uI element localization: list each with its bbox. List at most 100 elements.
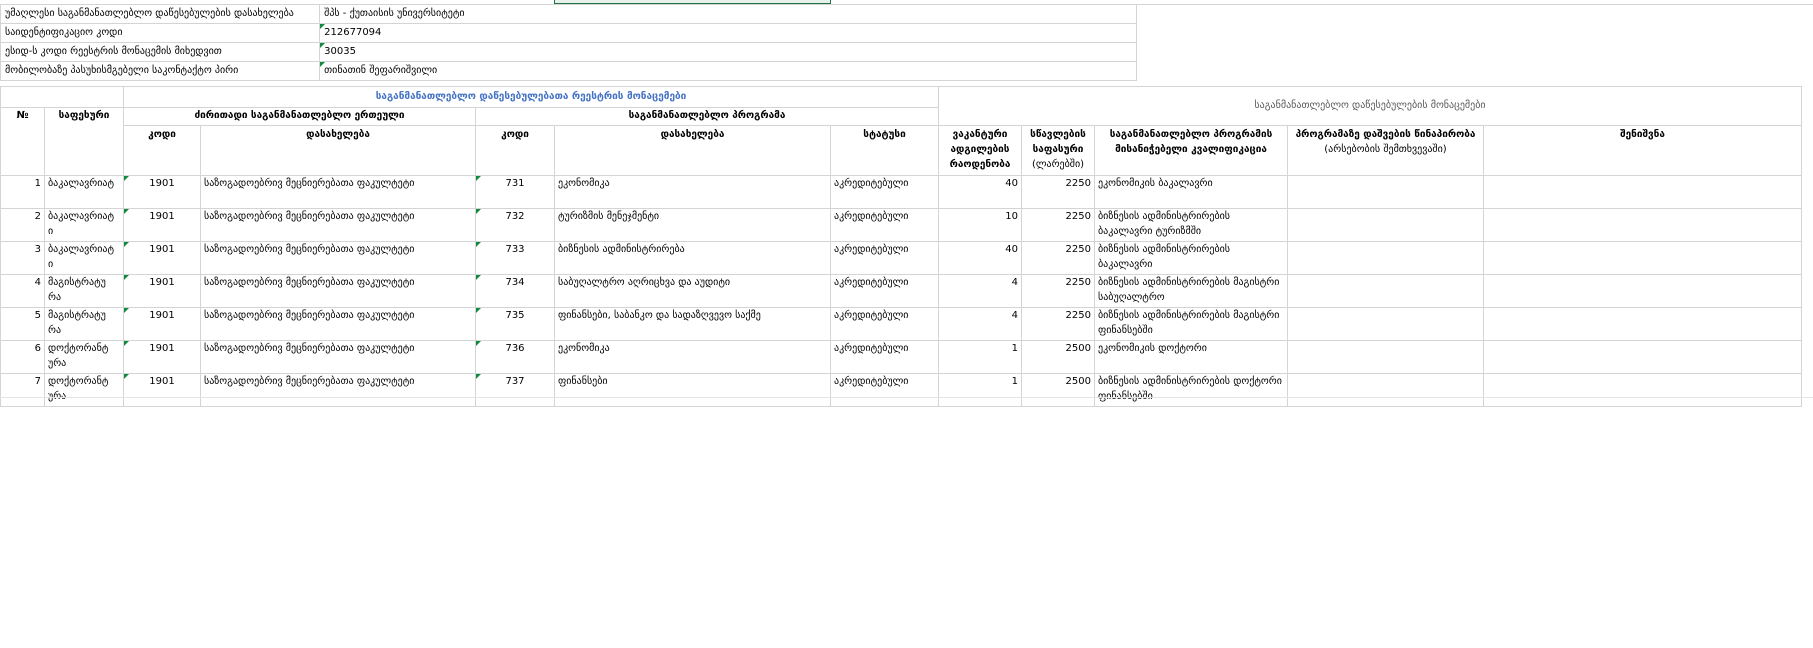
col-header-unit-code[interactable]: კოდი xyxy=(123,125,201,176)
cell-fee[interactable]: 2250 xyxy=(1021,307,1095,341)
cell-program-code[interactable]: 735 xyxy=(475,307,555,341)
info-value[interactable]: 30035 xyxy=(319,42,1137,62)
cell-program-code[interactable]: 737 xyxy=(475,373,555,407)
cell-qualification[interactable]: ბიზნესის ადმინისტრირების მაგისტრი ფინანს… xyxy=(1094,307,1288,341)
cell-unit-code[interactable]: 1901 xyxy=(123,208,201,242)
cell-fee[interactable]: 2500 xyxy=(1021,340,1095,374)
cell-vacant[interactable]: 10 xyxy=(938,208,1022,242)
cell-num[interactable]: 7 xyxy=(0,373,45,407)
cell-program-code[interactable]: 736 xyxy=(475,340,555,374)
cell-unit-name[interactable]: საზოგადოებრივ მეცნიერებათა ფაკულტეტი xyxy=(200,241,476,275)
cell-num[interactable]: 3 xyxy=(0,241,45,275)
cell-vacant[interactable]: 40 xyxy=(938,241,1022,275)
col-header-num[interactable]: № xyxy=(0,107,45,176)
number-as-text-marker-icon[interactable] xyxy=(476,176,481,181)
number-as-text-marker-icon[interactable] xyxy=(320,62,326,67)
cell-num[interactable]: 1 xyxy=(0,175,45,209)
cell-program-name[interactable]: ფინანსები xyxy=(554,373,831,407)
cell-level[interactable]: ბაკალავრიატ ი xyxy=(44,208,124,242)
info-value[interactable]: შპს - ქუთაისის უნივერსიტეტი xyxy=(319,4,1137,24)
cell-fee[interactable]: 2250 xyxy=(1021,175,1095,209)
cell-program-name[interactable]: ეკონომიკა xyxy=(554,340,831,374)
number-as-text-marker-icon[interactable] xyxy=(124,341,129,346)
cell-unit-name[interactable]: საზოგადოებრივ მეცნიერებათა ფაკულტეტი xyxy=(200,373,476,407)
cell-level[interactable]: მაგისტრატუ რა xyxy=(44,307,124,341)
cell-vacant[interactable]: 1 xyxy=(938,340,1022,374)
number-as-text-marker-icon[interactable] xyxy=(476,209,481,214)
col-header-fee[interactable]: სწავლების საფასური (ლარებში) xyxy=(1021,125,1095,176)
col-header-unit-name[interactable]: დასახელება xyxy=(200,125,476,176)
info-value[interactable]: თინათინ შეფარიშვილი xyxy=(319,61,1137,81)
cell-status[interactable]: აკრედიტებული xyxy=(830,373,939,407)
cell-notes[interactable] xyxy=(1483,274,1802,308)
cell-fee[interactable]: 2250 xyxy=(1021,208,1095,242)
cell-status[interactable]: აკრედიტებული xyxy=(830,241,939,275)
cell-num[interactable]: 6 xyxy=(0,340,45,374)
cell-unit-code[interactable]: 1901 xyxy=(123,373,201,407)
number-as-text-marker-icon[interactable] xyxy=(124,308,129,313)
number-as-text-marker-icon[interactable] xyxy=(124,209,129,214)
number-as-text-marker-icon[interactable] xyxy=(124,374,129,379)
cell-unit-name[interactable]: საზოგადოებრივ მეცნიერებათა ფაკულტეტი xyxy=(200,175,476,209)
cell-num[interactable]: 5 xyxy=(0,307,45,341)
number-as-text-marker-icon[interactable] xyxy=(320,24,326,29)
cell-program-code[interactable]: 731 xyxy=(475,175,555,209)
col-header-program-code[interactable]: კოდი xyxy=(475,125,555,176)
cell-fee[interactable]: 2250 xyxy=(1021,274,1095,308)
info-label[interactable]: უმაღლესი საგანმანათლებლო დაწესებულების დ… xyxy=(0,4,321,24)
info-label[interactable]: საიდენტიფიკაციო კოდი xyxy=(0,23,321,43)
col-header-admission[interactable]: პროგრამაზე დაშვების წინაპირობა (არსებობის… xyxy=(1287,125,1484,176)
cell-admission[interactable] xyxy=(1287,208,1484,242)
cell-notes[interactable] xyxy=(1483,208,1802,242)
cell-program-name[interactable]: ტურიზმის მენეჯმენტი xyxy=(554,208,831,242)
cell-admission[interactable] xyxy=(1287,307,1484,341)
number-as-text-marker-icon[interactable] xyxy=(476,374,481,379)
cell-fee[interactable]: 2500 xyxy=(1021,373,1095,407)
info-label[interactable]: ესიდ-ს კოდი რეესტრის მონაცემის მიხედვით xyxy=(0,42,321,62)
cell-vacant[interactable]: 4 xyxy=(938,274,1022,308)
cell-status[interactable]: აკრედიტებული xyxy=(830,175,939,209)
number-as-text-marker-icon[interactable] xyxy=(124,275,129,280)
cell-level[interactable]: ბაკალავრიატ ი xyxy=(44,241,124,275)
group-header-program[interactable]: საგანმანათლებლო პროგრამა xyxy=(475,107,939,126)
cell-vacant[interactable]: 1 xyxy=(938,373,1022,407)
cell-admission[interactable] xyxy=(1287,373,1484,407)
cell-status[interactable]: აკრედიტებული xyxy=(830,307,939,341)
empty-cell[interactable] xyxy=(1135,61,1813,81)
cell-unit-code[interactable]: 1901 xyxy=(123,274,201,308)
cell-unit-name[interactable]: საზოგადოებრივ მეცნიერებათა ფაკულტეტი xyxy=(200,307,476,341)
cell-num[interactable]: 2 xyxy=(0,208,45,242)
cell-status[interactable]: აკრედიტებული xyxy=(830,274,939,308)
cell-qualification[interactable]: ეკონომიკის ბაკალავრი xyxy=(1094,175,1288,209)
info-label[interactable]: მობილობაზე პასუხისმგებელი საკონტაქტო პირ… xyxy=(0,61,321,81)
group-header-unit[interactable]: ძირითადი საგანმანათლებლო ერთეული xyxy=(123,107,476,126)
cell-unit-code[interactable]: 1901 xyxy=(123,340,201,374)
cell-unit-code[interactable]: 1901 xyxy=(123,175,201,209)
cell-unit-name[interactable]: საზოგადოებრივ მეცნიერებათა ფაკულტეტი xyxy=(200,274,476,308)
cell-unit-name[interactable]: საზოგადოებრივ მეცნიერებათა ფაკულტეტი xyxy=(200,340,476,374)
info-value[interactable]: 212677094 xyxy=(319,23,1137,43)
cell-qualification[interactable]: ბიზნესის ადმინისტრირების ბაკალავრი ტურიზ… xyxy=(1094,208,1288,242)
number-as-text-marker-icon[interactable] xyxy=(476,308,481,313)
col-header-qualification[interactable]: საგანმანათლებლო პროგრამის მისანიჭებელი კ… xyxy=(1094,125,1288,176)
col-header-program-name[interactable]: დასახელება xyxy=(554,125,831,176)
cell-notes[interactable] xyxy=(1483,373,1802,407)
cell-notes[interactable] xyxy=(1483,307,1802,341)
number-as-text-marker-icon[interactable] xyxy=(124,242,129,247)
cell-admission[interactable] xyxy=(1287,340,1484,374)
cell-fee[interactable]: 2250 xyxy=(1021,241,1095,275)
cell-qualification[interactable]: ბიზნესის ადმინისტრირების დოქტორი ფინანსე… xyxy=(1094,373,1288,407)
cell-unit-code[interactable]: 1901 xyxy=(123,241,201,275)
cell-qualification[interactable]: ბიზნესის ადმინისტრირების მაგისტრი საბუღა… xyxy=(1094,274,1288,308)
cell-program-name[interactable]: ფინანსები, საბანკო და სადაზღვევო საქმე xyxy=(554,307,831,341)
number-as-text-marker-icon[interactable] xyxy=(476,341,481,346)
cell-notes[interactable] xyxy=(1483,241,1802,275)
cell-notes[interactable] xyxy=(1483,175,1802,209)
cell-level[interactable]: მაგისტრატუ რა xyxy=(44,274,124,308)
cell-num[interactable]: 4 xyxy=(0,274,45,308)
cell-qualification[interactable]: ეკონომიკის დოქტორი xyxy=(1094,340,1288,374)
number-as-text-marker-icon[interactable] xyxy=(124,176,129,181)
cell-level[interactable]: დოქტორანტ ურა xyxy=(44,373,124,407)
number-as-text-marker-icon[interactable] xyxy=(476,242,481,247)
cell-admission[interactable] xyxy=(1287,274,1484,308)
